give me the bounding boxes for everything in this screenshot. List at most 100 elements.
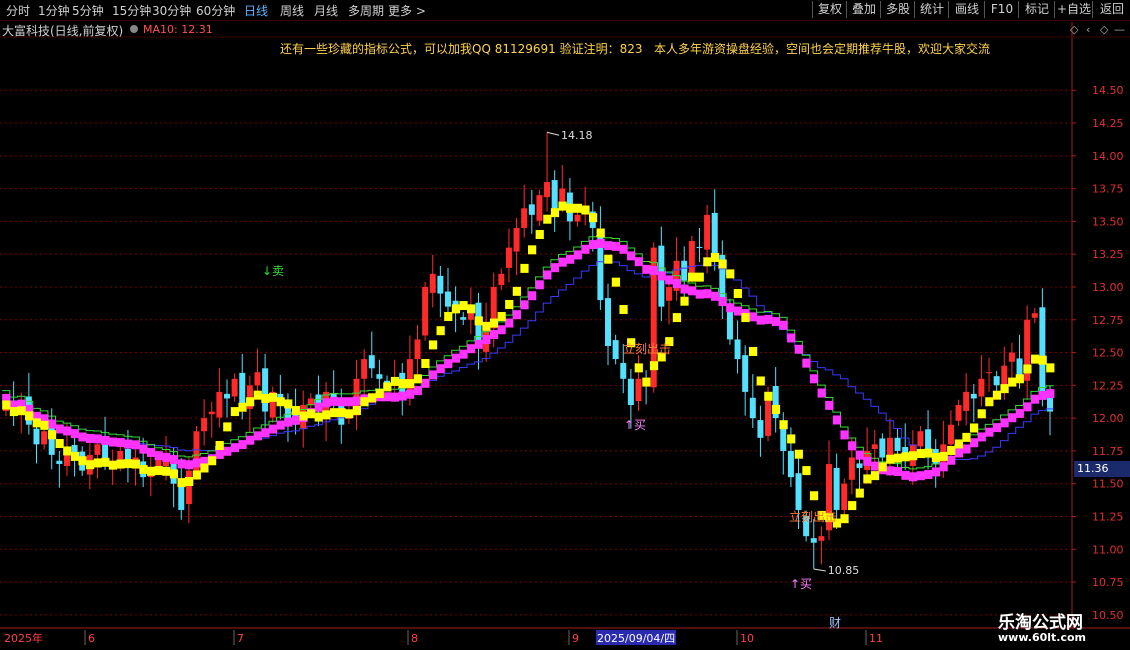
ma-yellow-band [543, 214, 552, 224]
ma-magenta-band [162, 452, 171, 462]
toolbar-button-6[interactable]: 标记 [1018, 1, 1055, 18]
ma-magenta-band [817, 388, 826, 398]
ma-yellow-band [649, 361, 659, 371]
x-tick-label: 10 [740, 632, 754, 645]
ma-magenta-band [108, 437, 118, 447]
ma-yellow-band [101, 457, 110, 467]
period-tab-2[interactable]: 5分钟 [72, 2, 104, 19]
ma-yellow-band [558, 201, 567, 211]
toolbar-button-0[interactable]: 复权 [812, 1, 847, 18]
security-title[interactable]: 大富科技(日线,前复权) [2, 22, 123, 39]
diamond-icon[interactable]: ◇ [1070, 23, 1078, 36]
period-toolbar: 分时 1分钟 5分钟 15分钟 30分钟 60分钟 日线 周线 月线 多周期 更多 > 复权 叠加 多股统… [0, 0, 1130, 21]
ma-yellow-band [47, 430, 57, 440]
ma-yellow-band [162, 466, 171, 476]
period-tab-4[interactable]: 30分钟 [152, 2, 191, 19]
ma-yellow-band [703, 257, 712, 267]
period-tab-1[interactable]: 1分钟 [38, 2, 70, 19]
ma-yellow-band [710, 252, 720, 262]
ma-yellow-band [63, 446, 72, 456]
candle-body [193, 431, 200, 475]
ma-magenta-band [809, 374, 819, 384]
ma-magenta-band [246, 435, 255, 445]
toolbar-button-7[interactable]: +自选 [1054, 1, 1093, 18]
settings-dot-icon[interactable] [130, 25, 138, 33]
kline-chart[interactable]: 10.50 10.75 11.00 11.25 11.50 11.75 12.00 12.25… [0, 0, 1130, 650]
ma-yellow-band [116, 459, 125, 469]
ma-magenta-band [992, 423, 1002, 433]
period-tab-5[interactable]: 60分钟 [196, 2, 235, 19]
period-tab-8[interactable]: 月线 [314, 2, 338, 19]
ma-yellow-band [215, 440, 224, 450]
ma-magenta-band [1000, 418, 1009, 428]
ma-magenta-band [748, 312, 758, 322]
ma-magenta-band [642, 264, 651, 274]
period-tab-7[interactable]: 周线 [280, 2, 304, 19]
ma-yellow-band [345, 409, 354, 419]
ma-magenta-band [588, 240, 598, 250]
ma-magenta-band [284, 417, 293, 427]
ma-yellow-band [992, 390, 1002, 400]
period-tab-10[interactable]: 更多 > [388, 2, 426, 19]
ma-magenta-band [703, 289, 712, 299]
ma-yellow-band [969, 423, 979, 433]
candle-body [879, 438, 886, 458]
ma-magenta-band [124, 439, 133, 449]
candle-body [574, 214, 581, 222]
y-tick-label: 14.50 [1092, 84, 1124, 97]
candle-body [833, 467, 840, 510]
ma-magenta-band [634, 257, 643, 267]
candle-body [757, 420, 764, 438]
toolbar-button-8[interactable]: 返回 [1092, 1, 1130, 18]
watermark-url: www.60lt.com [998, 631, 1087, 644]
ma-yellow-band [253, 390, 262, 400]
period-tab-0[interactable]: 分时 [6, 2, 30, 19]
candle-body [498, 273, 505, 286]
toolbar-button-4[interactable]: 画线 [948, 1, 985, 18]
ma-yellow-band [512, 286, 521, 296]
ma-magenta-band [238, 440, 247, 450]
ma-yellow-band [78, 456, 87, 466]
ma-magenta-band [779, 320, 788, 330]
toolbar-button-5[interactable]: F10 [984, 1, 1019, 18]
ma-yellow-band [863, 474, 872, 484]
ma-magenta-band [47, 419, 57, 429]
period-tab-3[interactable]: 15分钟 [112, 2, 151, 19]
ma-yellow-band [642, 377, 651, 387]
ma-yellow-band [1015, 374, 1024, 384]
ma-yellow-band [588, 213, 598, 223]
ma-yellow-band [528, 245, 537, 255]
toolbar-button-1[interactable]: 叠加 [846, 1, 881, 18]
ma-magenta-band [131, 440, 140, 450]
ma-magenta-band [390, 392, 400, 402]
ma-yellow-band [596, 228, 605, 238]
ma-yellow-band [428, 340, 438, 350]
ma-yellow-band [398, 379, 407, 389]
ma-yellow-band [169, 469, 179, 479]
candle-body [185, 470, 192, 505]
ma-yellow-band [954, 439, 963, 449]
candle-body [704, 214, 711, 250]
y-tick-label: 12.75 [1092, 314, 1124, 327]
notice-text-right: 本人多年游资操盘经验，空间也会定期推荐牛股，欢迎大家交流 [654, 42, 991, 56]
ma-yellow-band [756, 376, 765, 386]
y-tick-label: 13.50 [1092, 215, 1124, 228]
ma-yellow-band [726, 269, 735, 279]
ma-magenta-band [550, 263, 560, 273]
ma-yellow-band [383, 382, 392, 392]
period-tab-9[interactable]: 多周期 [348, 2, 384, 19]
candle-body [993, 376, 1000, 386]
candle-body [368, 355, 375, 369]
candle-body [795, 473, 802, 510]
diamond-icon[interactable]: ◇ [1100, 23, 1108, 36]
toolbar-button-3[interactable]: 统计 [914, 1, 949, 18]
candle-body [429, 273, 436, 293]
ma10-readout: MA10: 12.31 [143, 23, 213, 36]
minus-icon[interactable]: — [1114, 23, 1125, 36]
ma-magenta-band [657, 271, 666, 281]
period-tab-6[interactable]: 日线 [244, 2, 268, 19]
chevron-left-icon[interactable]: ‹ [1086, 23, 1090, 36]
toolbar-button-2[interactable]: 多股 [880, 1, 915, 18]
candle-body [422, 286, 429, 336]
candle-body [696, 246, 703, 248]
